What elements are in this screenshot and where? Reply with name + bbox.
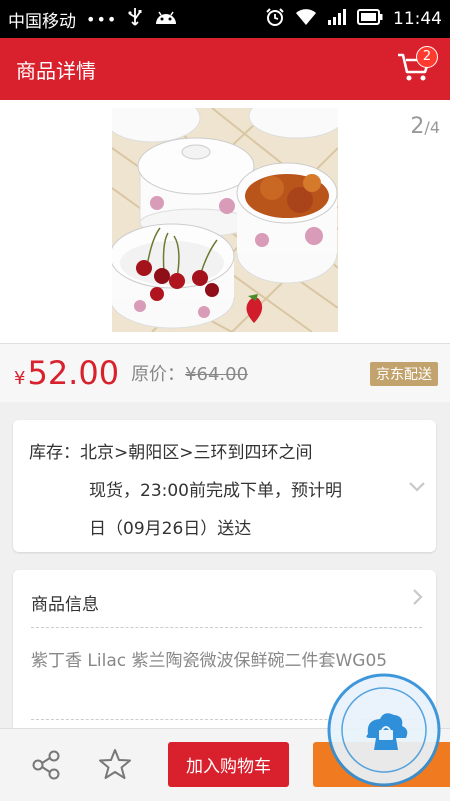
signal-icon [327,8,347,31]
divider [31,627,422,628]
current-price-value: 52.00 [27,354,120,392]
clock-time: 11:44 [393,9,442,29]
current-price: ¥ 52.00 [0,354,119,392]
stock-card[interactable]: 库存：北京>朝阳区>三环到四环之间 现货，23:00前完成下单，预计明 日（09… [13,420,436,552]
wifi-icon [295,8,317,31]
share-icon [32,750,60,780]
cart-button[interactable]: 2 [396,46,438,88]
delivery-badge: 京东配送 [370,362,438,386]
product-photo[interactable] [112,108,338,332]
image-gallery[interactable]: 2/4 [0,100,450,343]
cart-count-badge: 2 [416,46,438,68]
image-page-indicator: 2/4 [410,114,440,139]
product-info-heading: 商品信息 [31,595,99,615]
star-icon [99,749,131,779]
usb-icon [127,7,143,32]
image-total-count: /4 [424,118,440,137]
android-icon [153,8,179,31]
notification-dots: ••• [86,9,118,29]
status-bar: 中国移动 ••• 11:44 [0,0,450,38]
original-price-label: 原价： [131,364,186,385]
battery-icon [357,8,383,30]
carrier-name: 中国移动 [8,11,76,32]
favorite-button[interactable] [98,747,132,785]
original-price: 原价：¥64.00 [131,360,248,386]
chevron-right-icon[interactable] [412,588,424,610]
watermark-logo [326,672,442,788]
stock-location: 库存：北京>朝阳区>三环到四环之间 [29,443,313,463]
original-price-value: ¥64.00 [185,364,249,385]
currency-symbol: ¥ [14,368,26,389]
add-to-cart-button[interactable]: 加入购物车 [168,742,289,787]
price-section: ¥ 52.00 原价：¥64.00 京东配送 [0,344,450,402]
alarm-icon [265,7,285,32]
chevron-down-icon[interactable] [408,478,426,497]
stock-delivery-date: 日（09月26日）送达 [89,519,252,539]
image-current-index: 2 [410,114,425,139]
share-button[interactable] [30,749,62,785]
page-title: 商品详情 [16,58,96,83]
title-bar: 商品详情 2 [0,38,450,100]
stock-delivery-line: 现货，23:00前完成下单，预计明 [89,481,342,501]
